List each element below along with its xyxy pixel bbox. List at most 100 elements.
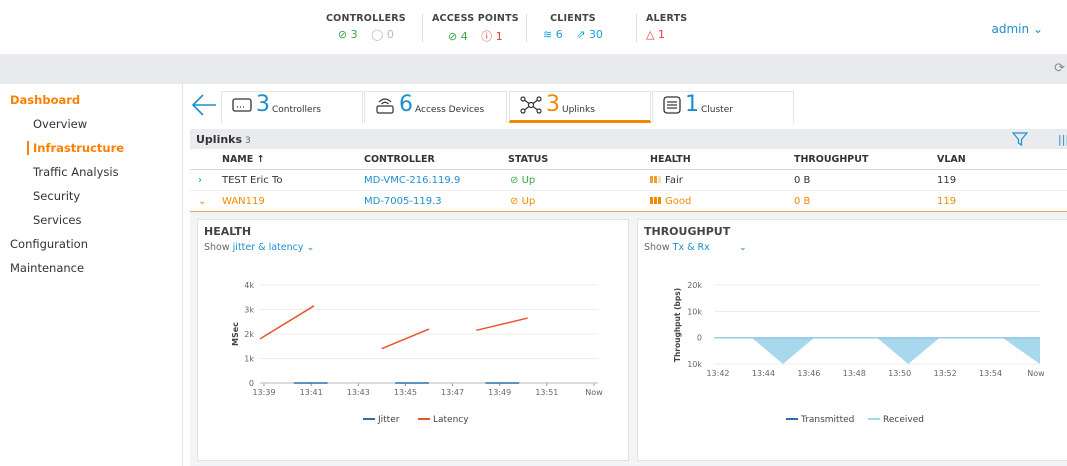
col-status[interactable]: STATUS xyxy=(508,154,548,165)
alerts-count: △ 1 xyxy=(646,28,665,41)
health-bars-good-icon xyxy=(650,197,661,204)
cluster-icon xyxy=(663,95,681,114)
tab-access-devices[interactable]: 6 Access Devices xyxy=(364,91,507,123)
nav-security[interactable]: Security xyxy=(33,189,80,203)
x-tick-label: 13:47 xyxy=(441,388,464,397)
tab-cluster-label: Cluster xyxy=(701,104,733,115)
nav-infrastructure[interactable]: Infrastructure xyxy=(27,141,124,155)
uplinks-count: 3 xyxy=(245,136,251,146)
y-tick-label: 4k xyxy=(244,281,254,290)
throughput-card: THROUGHPUT Show Tx & Rx ⌄ 10k 0 10k 20k 13:4… xyxy=(637,219,1067,461)
x-tick-label: 13:46 xyxy=(797,369,820,378)
uplink-network-icon xyxy=(520,95,542,114)
received-area xyxy=(751,337,815,364)
health-show-value[interactable]: jitter & latency xyxy=(233,242,304,253)
refresh-icon[interactable]: ⟳ xyxy=(1054,61,1065,76)
nav-maintenance[interactable]: Maintenance xyxy=(10,261,84,275)
divider xyxy=(526,14,527,42)
access-points-stat[interactable]: ACCESS POINTS ⊘ 4 ⓘ 1 xyxy=(432,13,519,44)
user-menu[interactable]: admin ⌄ xyxy=(992,22,1044,36)
chevron-down-icon[interactable]: ⌄ xyxy=(198,196,206,207)
clients-stat[interactable]: CLIENTS ≋ 6 ⇗ 30 xyxy=(538,13,608,41)
cell-throughput: 0 B xyxy=(794,196,811,207)
cell-controller-link[interactable]: MD-7005-119.3 xyxy=(364,196,442,207)
columns-icon[interactable]: ||| xyxy=(1058,133,1067,146)
chevron-right-icon[interactable]: › xyxy=(198,175,202,186)
sort-arrow-up-icon: ↑ xyxy=(256,154,265,165)
access-points-title: ACCESS POINTS xyxy=(432,13,519,24)
ap-ok: ⊘ 4 xyxy=(448,30,468,43)
cell-controller-link[interactable]: MD-VMC-216.119.9 xyxy=(364,175,460,186)
tab-controllers[interactable]: 3 Controllers xyxy=(221,91,363,123)
legend-label-latency: Latency xyxy=(433,415,469,425)
nav-services[interactable]: Services xyxy=(33,213,82,227)
uplinks-title: Uplinks xyxy=(196,133,243,146)
top-status-bar: CONTROLLERS ⊘ 3 ◯ 0 ACCESS POINTS ⊘ 4 ⓘ … xyxy=(0,0,1067,54)
col-name[interactable]: NAME ↑ xyxy=(222,154,265,165)
x-tick-label: 13:44 xyxy=(752,369,775,378)
y-tick-label: 10k xyxy=(687,360,702,369)
controller-icon xyxy=(232,97,252,112)
tab-access-devices-label: Access Devices xyxy=(415,104,485,115)
x-tick-label: 13:49 xyxy=(488,388,511,397)
x-tick-label: Now xyxy=(1027,369,1045,378)
tab-uplinks-label: Uplinks xyxy=(562,104,595,115)
wifi-clients: ≋ 6 xyxy=(543,28,563,41)
table-row[interactable]: › TEST Eric To MD-VMC-216.119.9 ⊘ Up Fai… xyxy=(190,171,1067,191)
health-show-selector[interactable]: Show jitter & latency ⌄ xyxy=(204,242,315,253)
tab-cluster[interactable]: 1 Cluster xyxy=(652,91,794,123)
x-tick-label: 13:51 xyxy=(535,388,558,397)
cell-vlan: 119 xyxy=(937,175,957,186)
nav-configuration[interactable]: Configuration xyxy=(10,237,88,251)
tab-controllers-label: Controllers xyxy=(272,104,321,115)
filter-icon[interactable] xyxy=(1012,131,1028,147)
access-point-icon xyxy=(376,97,394,114)
y-axis-label: Throughput (bps) xyxy=(673,288,682,362)
cell-health: Fair xyxy=(650,175,683,186)
tab-controllers-count: 3 xyxy=(256,92,270,117)
legend-label-transmitted: Transmitted xyxy=(800,415,854,425)
back-arrow-icon[interactable] xyxy=(190,90,218,120)
x-tick-label: 13:48 xyxy=(843,369,866,378)
controllers-off: ◯ 0 xyxy=(371,28,394,41)
y-tick-label: 10k xyxy=(687,307,702,316)
y-tick-label: 0 xyxy=(697,334,702,343)
chevron-down-icon: ⌄ xyxy=(306,242,315,253)
x-tick-label: 13:45 xyxy=(394,388,417,397)
nav-traffic-analysis[interactable]: Traffic Analysis xyxy=(33,165,119,179)
controllers-title: CONTROLLERS xyxy=(326,13,406,24)
y-tick-label: 3k xyxy=(244,306,254,315)
clients-title: CLIENTS xyxy=(550,13,596,24)
controllers-stat[interactable]: CONTROLLERS ⊘ 3 ◯ 0 xyxy=(326,13,406,41)
table-header: NAME ↑ CONTROLLER STATUS HEALTH THROUGHP… xyxy=(190,150,1067,170)
controllers-ok: ⊘ 3 xyxy=(337,28,358,41)
wired-clients: ⇗ 30 xyxy=(576,28,603,41)
x-tick-label: 13:54 xyxy=(979,369,1002,378)
nav-overview[interactable]: Overview xyxy=(33,117,87,131)
col-controller[interactable]: CONTROLLER xyxy=(364,154,435,165)
tab-access-devices-count: 6 xyxy=(399,92,413,117)
tab-uplinks[interactable]: 3 Uplinks xyxy=(509,91,651,123)
alerts-stat[interactable]: ALERTS △ 1 xyxy=(646,13,687,41)
legend-label-received: Received xyxy=(883,415,924,425)
health-card-title: HEALTH xyxy=(204,225,252,238)
col-health[interactable]: HEALTH xyxy=(650,154,691,165)
alerts-title: ALERTS xyxy=(646,13,688,24)
table-row-selected[interactable]: ⌄ WAN119 MD-7005-119.3 ⊘ Up Good 0 B 119 xyxy=(190,192,1067,212)
divider xyxy=(636,14,637,42)
col-throughput[interactable]: THROUGHPUT xyxy=(794,154,868,165)
legend-label-jitter: Jitter xyxy=(377,415,400,425)
x-tick-label: 13:50 xyxy=(888,369,911,378)
nav-dashboard[interactable]: Dashboard xyxy=(10,93,80,107)
x-tick-label: 13:41 xyxy=(300,388,323,397)
uplinks-panel-header: Uplinks 3 xyxy=(190,129,1067,149)
chevron-down-icon: ⌄ xyxy=(738,242,747,253)
col-vlan[interactable]: VLAN xyxy=(937,154,966,165)
cell-vlan: 119 xyxy=(937,196,957,207)
throughput-card-title: THROUGHPUT xyxy=(644,225,731,238)
cell-health: Good xyxy=(650,196,691,207)
throughput-show-selector[interactable]: Show Tx & Rx ⌄ xyxy=(644,242,747,253)
tab-cluster-count: 1 xyxy=(685,92,699,117)
throughput-show-value[interactable]: Tx & Rx xyxy=(673,242,710,253)
divider xyxy=(422,14,423,42)
